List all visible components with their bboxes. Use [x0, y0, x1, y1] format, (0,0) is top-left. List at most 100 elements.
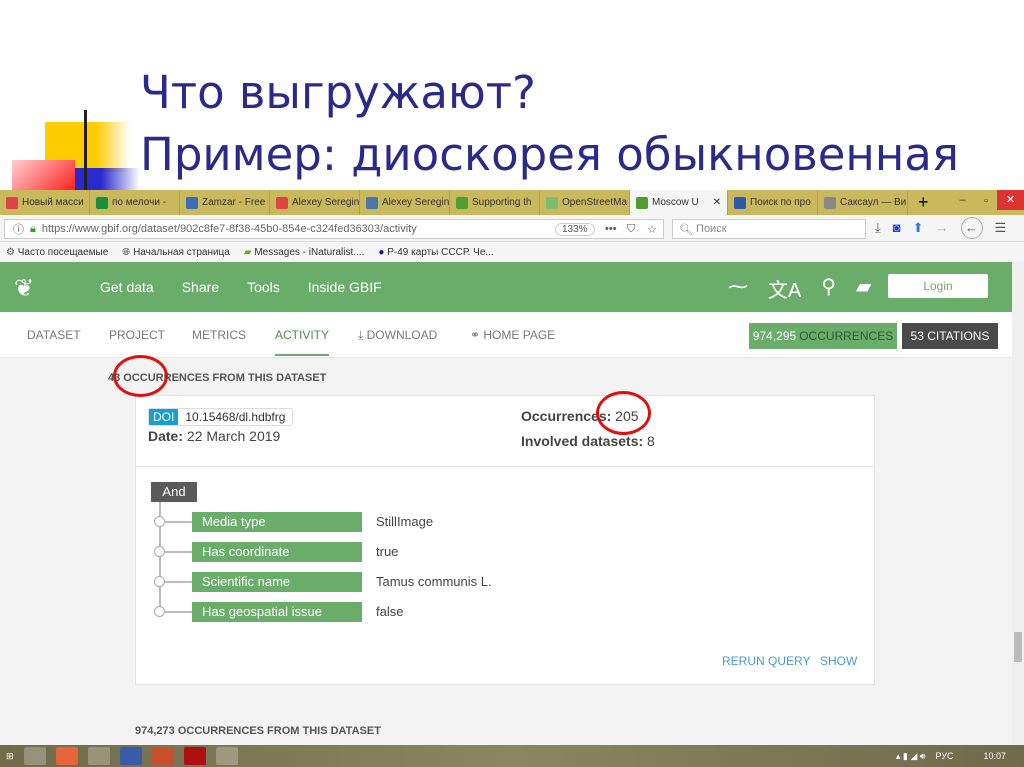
- dataset-subnav: DATASET PROJECT METRICS ACTIVITY ⤓ DOWNL…: [0, 312, 1012, 358]
- tab-label: Supporting th: [472, 197, 532, 208]
- back-button[interactable]: ←: [960, 217, 983, 239]
- tab-label: OpenStreetMa: [562, 197, 628, 208]
- browser-tab[interactable]: OpenStreetMa: [540, 190, 630, 215]
- zamzar-icon: [186, 196, 198, 209]
- url-bar[interactable]: ⓘ 🔒︎ https://www.gbif.org/dataset/902c8f…: [4, 219, 664, 239]
- gbif-logo-icon[interactable]: ❦: [14, 274, 34, 303]
- close-tab-icon[interactable]: ✕: [713, 197, 721, 208]
- forward-icon[interactable]: →: [936, 220, 949, 239]
- citations-button[interactable]: 53 CITATIONS: [902, 323, 998, 349]
- filter-value: StillImage: [376, 514, 434, 529]
- bookmark-star-icon[interactable]: ☆: [647, 223, 657, 236]
- taskbar-word-icon[interactable]: [119, 747, 142, 765]
- zoom-badge[interactable]: 133%: [555, 222, 595, 236]
- tree-branch: [164, 581, 192, 583]
- wikipedia-icon: [824, 196, 836, 209]
- taskbar-powerpoint-icon[interactable]: [151, 747, 174, 765]
- tab-project[interactable]: PROJECT: [109, 328, 165, 342]
- address-toolbar: ⓘ 🔒︎ https://www.gbif.org/dataset/902c8f…: [0, 215, 1024, 242]
- doi-value: 10.15468/dl.hdbfrg: [185, 410, 286, 424]
- more-icon[interactable]: •••: [605, 223, 617, 235]
- nav-item[interactable]: Tools: [247, 279, 280, 295]
- bookmark-item[interactable]: 🌐︎ Начальная страница: [122, 247, 230, 258]
- window-controls: – ▫ ✕: [950, 190, 1024, 215]
- feedback-icon[interactable]: ▰: [856, 274, 871, 303]
- tab-activity[interactable]: ACTIVITY: [275, 328, 330, 356]
- datasets-value: 8: [647, 433, 655, 449]
- taskbar-firefox-icon[interactable]: [55, 747, 78, 765]
- tab-label: по мелочи -: [112, 197, 167, 208]
- nav-item[interactable]: Share: [182, 279, 219, 295]
- close-window-button[interactable]: ✕: [997, 190, 1024, 210]
- taskbar: ⊞ ▴ ▮ ◢ 🔊︎ РУС 10:07: [0, 745, 1024, 767]
- browser-tab[interactable]: Поиск по про: [728, 190, 818, 215]
- tab-label: Новый масси: [22, 197, 84, 208]
- tray-icons[interactable]: ▴ ▮ ◢ 🔊︎: [896, 751, 926, 762]
- browser-tab[interactable]: Moscow U ✕: [630, 190, 728, 215]
- activity-icon[interactable]: ⁓: [728, 274, 748, 303]
- new-tab-button[interactable]: +: [908, 190, 939, 215]
- vk-icon: [366, 196, 378, 209]
- extension-icon[interactable]: ◙: [893, 220, 901, 239]
- taskbar-acrobat-icon[interactable]: [183, 747, 206, 765]
- date-label: Date:: [148, 428, 184, 444]
- slide-decoration: [0, 90, 150, 190]
- circle-icon: ●: [378, 246, 385, 258]
- show-link[interactable]: SHOW: [820, 654, 857, 668]
- tree-branch: [164, 521, 192, 523]
- tab-download[interactable]: ⤓ DOWNLOAD: [358, 328, 437, 343]
- clock[interactable]: 10:07: [983, 751, 1006, 761]
- language-indicator[interactable]: РУС: [935, 751, 953, 761]
- doi-badge[interactable]: DOI 10.15468/dl.hdbfrg: [148, 408, 294, 426]
- tab-label: Поиск по про: [750, 197, 811, 208]
- minimize-button[interactable]: –: [950, 190, 975, 215]
- start-icon[interactable]: ⊞: [6, 751, 14, 762]
- bookmark-label: Часто посещаемые: [17, 246, 109, 258]
- nav-item[interactable]: Get data: [100, 279, 154, 295]
- inaturalist-icon: ▰: [243, 246, 252, 258]
- osm-icon: [546, 196, 558, 209]
- taskbar-calculator-icon[interactable]: [23, 747, 46, 765]
- browser-tab[interactable]: Supporting th: [450, 190, 540, 215]
- date-value: 22 March 2019: [186, 428, 281, 444]
- info-icon[interactable]: ⓘ: [13, 221, 24, 237]
- occurrences-button[interactable]: 974,295 OCCURRENCES: [749, 323, 897, 349]
- bookmark-item[interactable]: ▰ Messages - iNaturalist....: [244, 247, 365, 258]
- tab-label: Moscow U: [652, 197, 699, 208]
- pocket-icon[interactable]: ⛉: [627, 223, 635, 236]
- tab-dataset[interactable]: DATASET: [27, 328, 81, 342]
- bookmark-item[interactable]: ⚙ Часто посещаемые: [6, 247, 108, 258]
- nav-item[interactable]: Inside GBIF: [308, 279, 382, 295]
- browser-tab[interactable]: Новый масси: [0, 190, 90, 215]
- maximize-button[interactable]: ▫: [975, 190, 997, 215]
- tab-metrics[interactable]: METRICS: [192, 328, 246, 342]
- rerun-query-link[interactable]: RERUN QUERY: [722, 654, 810, 668]
- browser-tab[interactable]: Alexey Seregin: [360, 190, 450, 215]
- tab-home-page[interactable]: ⚭ HOME PAGE: [470, 328, 555, 342]
- globe-icon: 🌐︎: [122, 246, 131, 258]
- url-text: https://www.gbif.org/dataset/902c8fe7-8f…: [41, 223, 417, 235]
- and-operator: And: [151, 482, 197, 502]
- gbif-icon: [636, 196, 648, 209]
- next-download-heading: 974,273 OCCURRENCES FROM THIS DATASET: [135, 725, 381, 737]
- browser-tab[interactable]: Zamzar - Free: [180, 190, 270, 215]
- menu-icon[interactable]: ☰: [995, 220, 1007, 239]
- browser-tab-bar: Новый масси по мелочи - Zamzar - Free Alex…: [0, 190, 1024, 215]
- download-icon[interactable]: ⤓: [875, 220, 881, 239]
- main-nav: Get data Share Tools Inside GBIF: [100, 262, 382, 312]
- header-icons: ⁓ 文A ⚲ ▰: [728, 274, 871, 303]
- translate-icon[interactable]: 文A: [768, 274, 801, 303]
- login-button[interactable]: Login: [888, 274, 988, 298]
- lock-icon: 🔒︎: [30, 222, 36, 235]
- scrollbar-thumb[interactable]: [1014, 632, 1022, 662]
- taskbar-app-icon[interactable]: [215, 747, 238, 765]
- bookmark-item[interactable]: ● P-49 карты СССР. Че...: [378, 247, 493, 258]
- scrollbar[interactable]: [1012, 262, 1024, 745]
- search-input[interactable]: 🔍︎ Поиск: [672, 219, 866, 239]
- browser-tab[interactable]: Alexey Seregin: [270, 190, 360, 215]
- extension-arrow-icon[interactable]: ⬆: [913, 220, 924, 239]
- browser-tab[interactable]: по мелочи -: [90, 190, 180, 215]
- search-icon[interactable]: ⚲: [821, 274, 836, 303]
- taskbar-explorer-icon[interactable]: [87, 747, 110, 765]
- browser-tab[interactable]: Саксаул — Ви: [818, 190, 908, 215]
